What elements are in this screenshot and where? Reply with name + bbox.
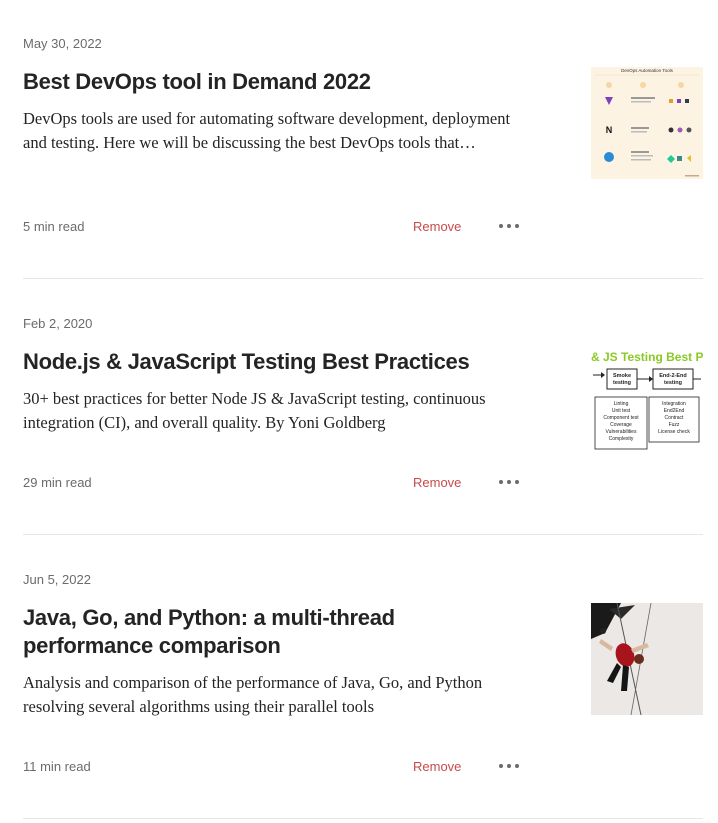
divider (23, 534, 703, 535)
divider (23, 818, 703, 819)
article-date: Jun 5, 2022 (23, 572, 91, 587)
devops-automation-tools-thumbnail: DevOps Automation Tools N (591, 67, 703, 179)
article-card: May 30, 2022 Best DevOps tool in Demand … (23, 0, 703, 279)
article-card: Feb 2, 2020 Node.js & JavaScript Testing… (23, 280, 703, 535)
article-excerpt[interactable]: DevOps tools are used for automating sof… (23, 107, 523, 155)
aerial-acrobat-photo-thumbnail (591, 603, 703, 715)
divider (23, 278, 703, 279)
article-date: May 30, 2022 (23, 36, 102, 51)
remove-button[interactable]: Remove (413, 759, 461, 774)
svg-text:Component test: Component test (603, 415, 639, 421)
article-title[interactable]: Java, Go, and Python: a multi-thread per… (23, 604, 423, 660)
svg-text:N: N (606, 125, 613, 135)
article-date: Feb 2, 2020 (23, 316, 93, 331)
more-options-icon[interactable] (499, 758, 519, 774)
read-time: 5 min read (23, 219, 85, 234)
article-thumbnail[interactable]: DevOps Automation Tools N (591, 67, 703, 179)
svg-text:Unit test: Unit test (612, 408, 631, 414)
article-excerpt[interactable]: 30+ best practices for better Node JS & … (23, 387, 523, 435)
svg-text:Vulnerabilities: Vulnerabilities (606, 429, 637, 435)
svg-text:License check: License check (658, 429, 690, 435)
svg-text:End-2-End: End-2-End (659, 373, 687, 379)
js-testing-diagram-thumbnail: & JS Testing Best Pr Smoke testing End-2… (591, 347, 703, 459)
svg-text:testing: testing (613, 380, 631, 386)
article-excerpt[interactable]: Analysis and comparison of the performan… (23, 671, 523, 719)
thumb-banner: & JS Testing Best Pr (591, 350, 703, 364)
remove-button[interactable]: Remove (413, 475, 461, 490)
article-title[interactable]: Best DevOps tool in Demand 2022 (23, 68, 543, 96)
read-time: 11 min read (23, 759, 91, 774)
article-title[interactable]: Node.js & JavaScript Testing Best Practi… (23, 348, 543, 376)
svg-text:Coverage: Coverage (610, 422, 632, 428)
svg-text:Contract: Contract (665, 415, 685, 421)
remove-button[interactable]: Remove (413, 219, 461, 234)
read-time: 29 min read (23, 475, 92, 490)
svg-text:Linting: Linting (614, 401, 629, 407)
article-thumbnail[interactable]: & JS Testing Best Pr Smoke testing End-2… (591, 347, 703, 459)
more-options-icon[interactable] (499, 218, 519, 234)
article-thumbnail[interactable] (591, 603, 703, 715)
svg-text:Integration: Integration (662, 401, 686, 407)
svg-text:Smoke: Smoke (613, 373, 631, 379)
article-card: Jun 5, 2022 Java, Go, and Python: a mult… (23, 536, 703, 823)
svg-text:End2End: End2End (664, 408, 685, 414)
thumb-heading: DevOps Automation Tools (621, 68, 673, 73)
svg-text:Fuzz: Fuzz (669, 422, 680, 428)
svg-text:testing: testing (664, 380, 682, 386)
more-options-icon[interactable] (499, 474, 519, 490)
svg-text:Complexity: Complexity (609, 436, 634, 442)
